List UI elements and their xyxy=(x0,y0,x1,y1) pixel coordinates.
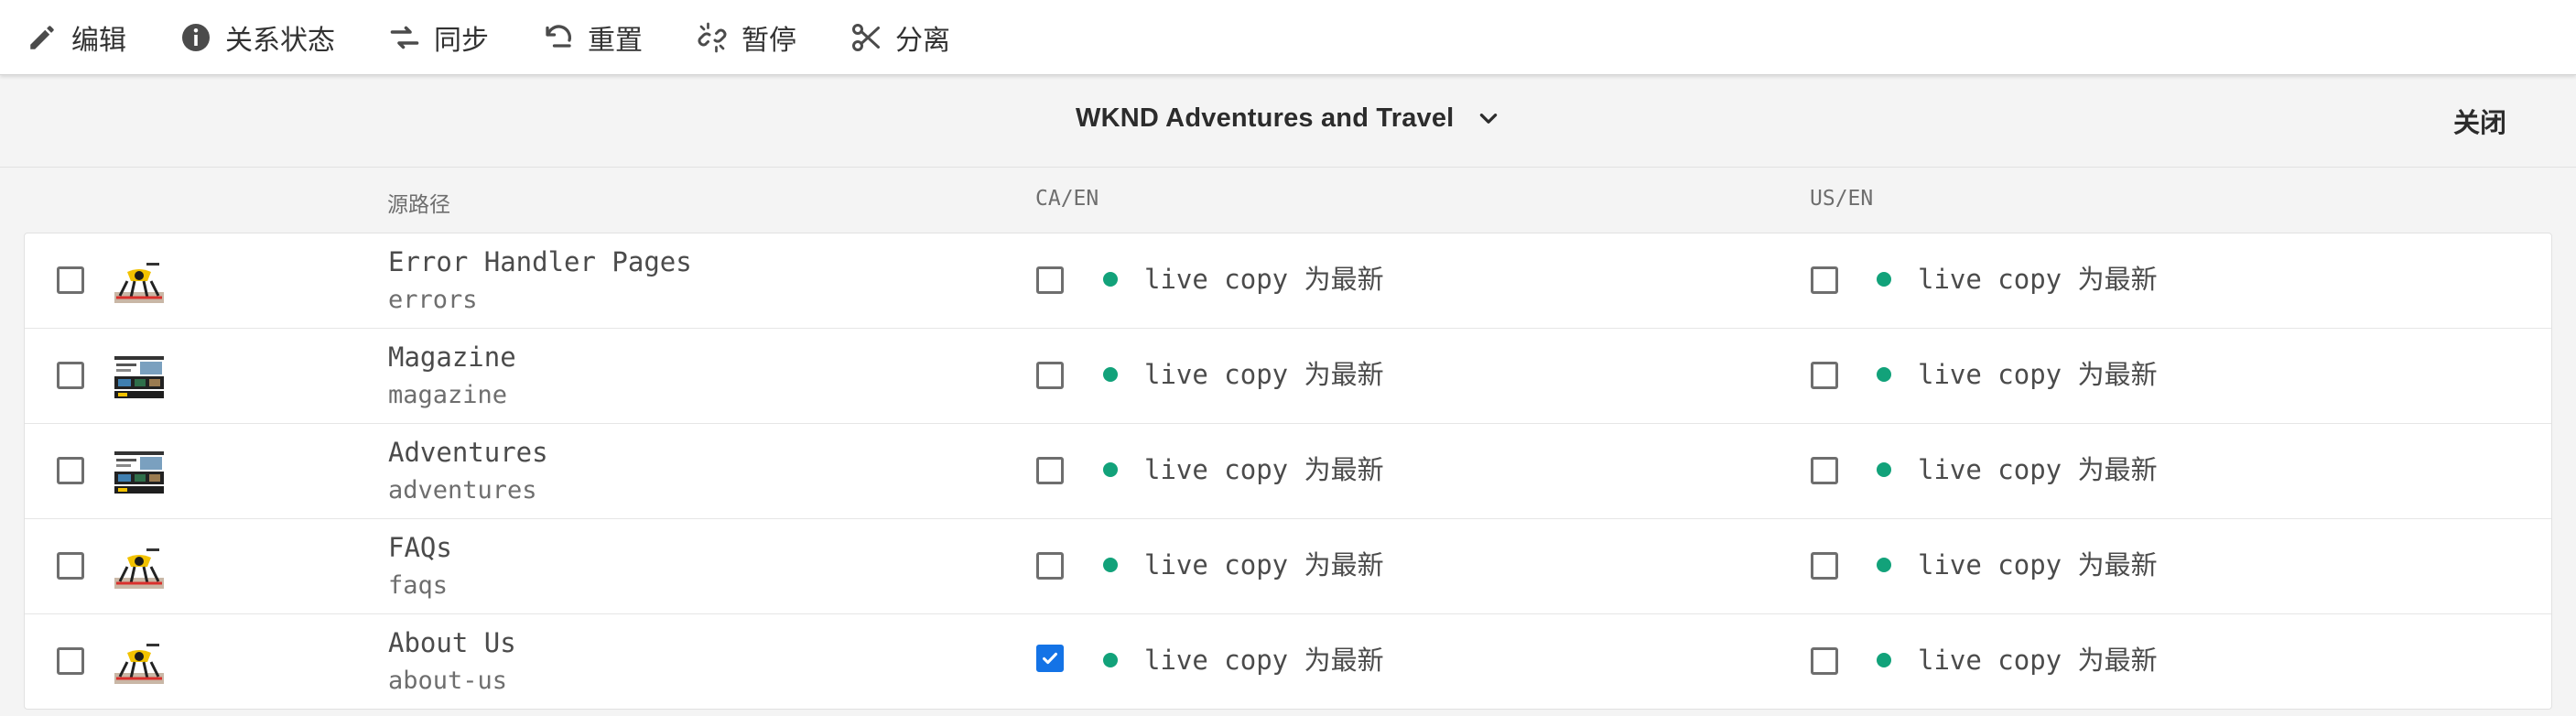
scissors-icon xyxy=(850,21,882,54)
page-path: errors xyxy=(388,286,478,314)
row-select-checkbox[interactable] xyxy=(57,457,84,484)
close-button[interactable]: 关闭 xyxy=(2453,102,2506,140)
pencil-icon xyxy=(26,21,59,54)
ca-en-status-dot xyxy=(1103,272,1118,287)
us-en-status-text: live copy 为最新 xyxy=(1918,645,2158,676)
ca-en-status-dot xyxy=(1103,462,1118,477)
page-thumbnail xyxy=(114,356,164,398)
info-icon xyxy=(179,21,212,54)
sync-arrows-icon xyxy=(388,21,421,54)
ca-en-checkbox[interactable] xyxy=(1036,552,1064,580)
us-en-checkbox[interactable] xyxy=(1811,552,1838,580)
page-thumbnail xyxy=(114,451,164,494)
page-thumbnail xyxy=(114,547,164,589)
us-en-status-dot xyxy=(1877,367,1891,382)
page-title: Adventures xyxy=(388,437,548,468)
relationship-status-button[interactable]: 关系状态 xyxy=(179,0,335,75)
row-select-checkbox[interactable] xyxy=(57,266,84,294)
us-en-checkbox[interactable] xyxy=(1811,266,1838,294)
sync-button[interactable]: 同步 xyxy=(388,0,489,75)
undo-icon xyxy=(542,21,575,54)
ca-en-status-dot xyxy=(1103,558,1118,572)
ca-en-status-text: live copy 为最新 xyxy=(1144,645,1384,676)
page-title: FAQs xyxy=(388,532,452,563)
table-row[interactable]: Magazine magazine live copy 为最新 live copy 为… xyxy=(25,329,2551,424)
page-path: faqs xyxy=(388,571,449,600)
page-title: About Us xyxy=(388,627,516,658)
ca-en-status-text: live copy 为最新 xyxy=(1144,549,1384,580)
reset-button[interactable]: 重置 xyxy=(542,0,643,75)
ca-en-status-dot xyxy=(1103,653,1118,667)
us-en-checkbox[interactable] xyxy=(1811,647,1838,675)
page-path: about-us xyxy=(388,667,508,695)
row-select-checkbox[interactable] xyxy=(57,362,84,389)
us-en-status-text: live copy 为最新 xyxy=(1918,264,2158,295)
table-row[interactable]: About Us about-us live copy 为最新 live copy 为… xyxy=(25,614,2551,709)
us-en-checkbox[interactable] xyxy=(1811,362,1838,389)
site-header: WKND Adventures and Travel 关闭 xyxy=(0,76,2576,168)
site-title: WKND Adventures and Travel xyxy=(1076,103,1455,133)
page-thumbnail xyxy=(114,261,164,303)
us-en-status-dot xyxy=(1877,462,1891,477)
page-title: Error Handler Pages xyxy=(388,246,692,277)
site-selector[interactable]: WKND Adventures and Travel xyxy=(1076,103,1501,134)
table-row[interactable]: FAQs faqs live copy 为最新 live copy 为最新 xyxy=(25,519,2551,614)
action-toolbar: 编辑 关系状态 同步 重置 暂停 分离 xyxy=(0,0,2576,75)
ca-en-checkbox[interactable] xyxy=(1036,362,1064,389)
ca-en-status-text: live copy 为最新 xyxy=(1144,454,1384,485)
chevron-down-icon xyxy=(1476,106,1501,132)
table-row[interactable]: Error Handler Pages errors live copy 为最新 li… xyxy=(25,233,2551,329)
ca-en-status-text: live copy 为最新 xyxy=(1144,264,1384,295)
us-en-status-text: live copy 为最新 xyxy=(1918,454,2158,485)
column-header-source-path: 源路径 xyxy=(387,193,450,217)
ca-en-checkbox[interactable] xyxy=(1036,645,1064,672)
detach-label: 分离 xyxy=(895,24,950,57)
us-en-status-dot xyxy=(1877,272,1891,287)
suspend-button[interactable]: 暂停 xyxy=(696,0,796,75)
relationship-status-label: 关系状态 xyxy=(225,24,335,57)
page-path: magazine xyxy=(388,381,508,409)
live-copy-table: Error Handler Pages errors live copy 为最新 li… xyxy=(24,233,2552,710)
page-title: Magazine xyxy=(388,342,516,373)
table-row[interactable]: Adventures adventures live copy 为最新 live co… xyxy=(25,424,2551,519)
reset-label: 重置 xyxy=(588,24,643,57)
us-en-status-dot xyxy=(1877,653,1891,667)
row-select-checkbox[interactable] xyxy=(57,647,84,675)
page-path: adventures xyxy=(388,476,537,504)
column-header-us-en: US/EN xyxy=(1810,187,1874,211)
edit-button[interactable]: 编辑 xyxy=(26,0,126,75)
detach-button[interactable]: 分离 xyxy=(850,0,950,75)
ca-en-status-text: live copy 为最新 xyxy=(1144,359,1384,390)
ca-en-status-dot xyxy=(1103,367,1118,382)
ca-en-checkbox[interactable] xyxy=(1036,457,1064,484)
us-en-status-dot xyxy=(1877,558,1891,572)
us-en-status-text: live copy 为最新 xyxy=(1918,549,2158,580)
suspend-label: 暂停 xyxy=(741,24,796,57)
ca-en-checkbox[interactable] xyxy=(1036,266,1064,294)
edit-label: 编辑 xyxy=(71,24,126,57)
us-en-status-text: live copy 为最新 xyxy=(1918,359,2158,390)
page-thumbnail xyxy=(114,642,164,684)
us-en-checkbox[interactable] xyxy=(1811,457,1838,484)
column-header-ca-en: CA/EN xyxy=(1035,187,1099,211)
sync-label: 同步 xyxy=(434,24,489,57)
broken-link-icon xyxy=(696,21,729,54)
row-select-checkbox[interactable] xyxy=(57,552,84,580)
